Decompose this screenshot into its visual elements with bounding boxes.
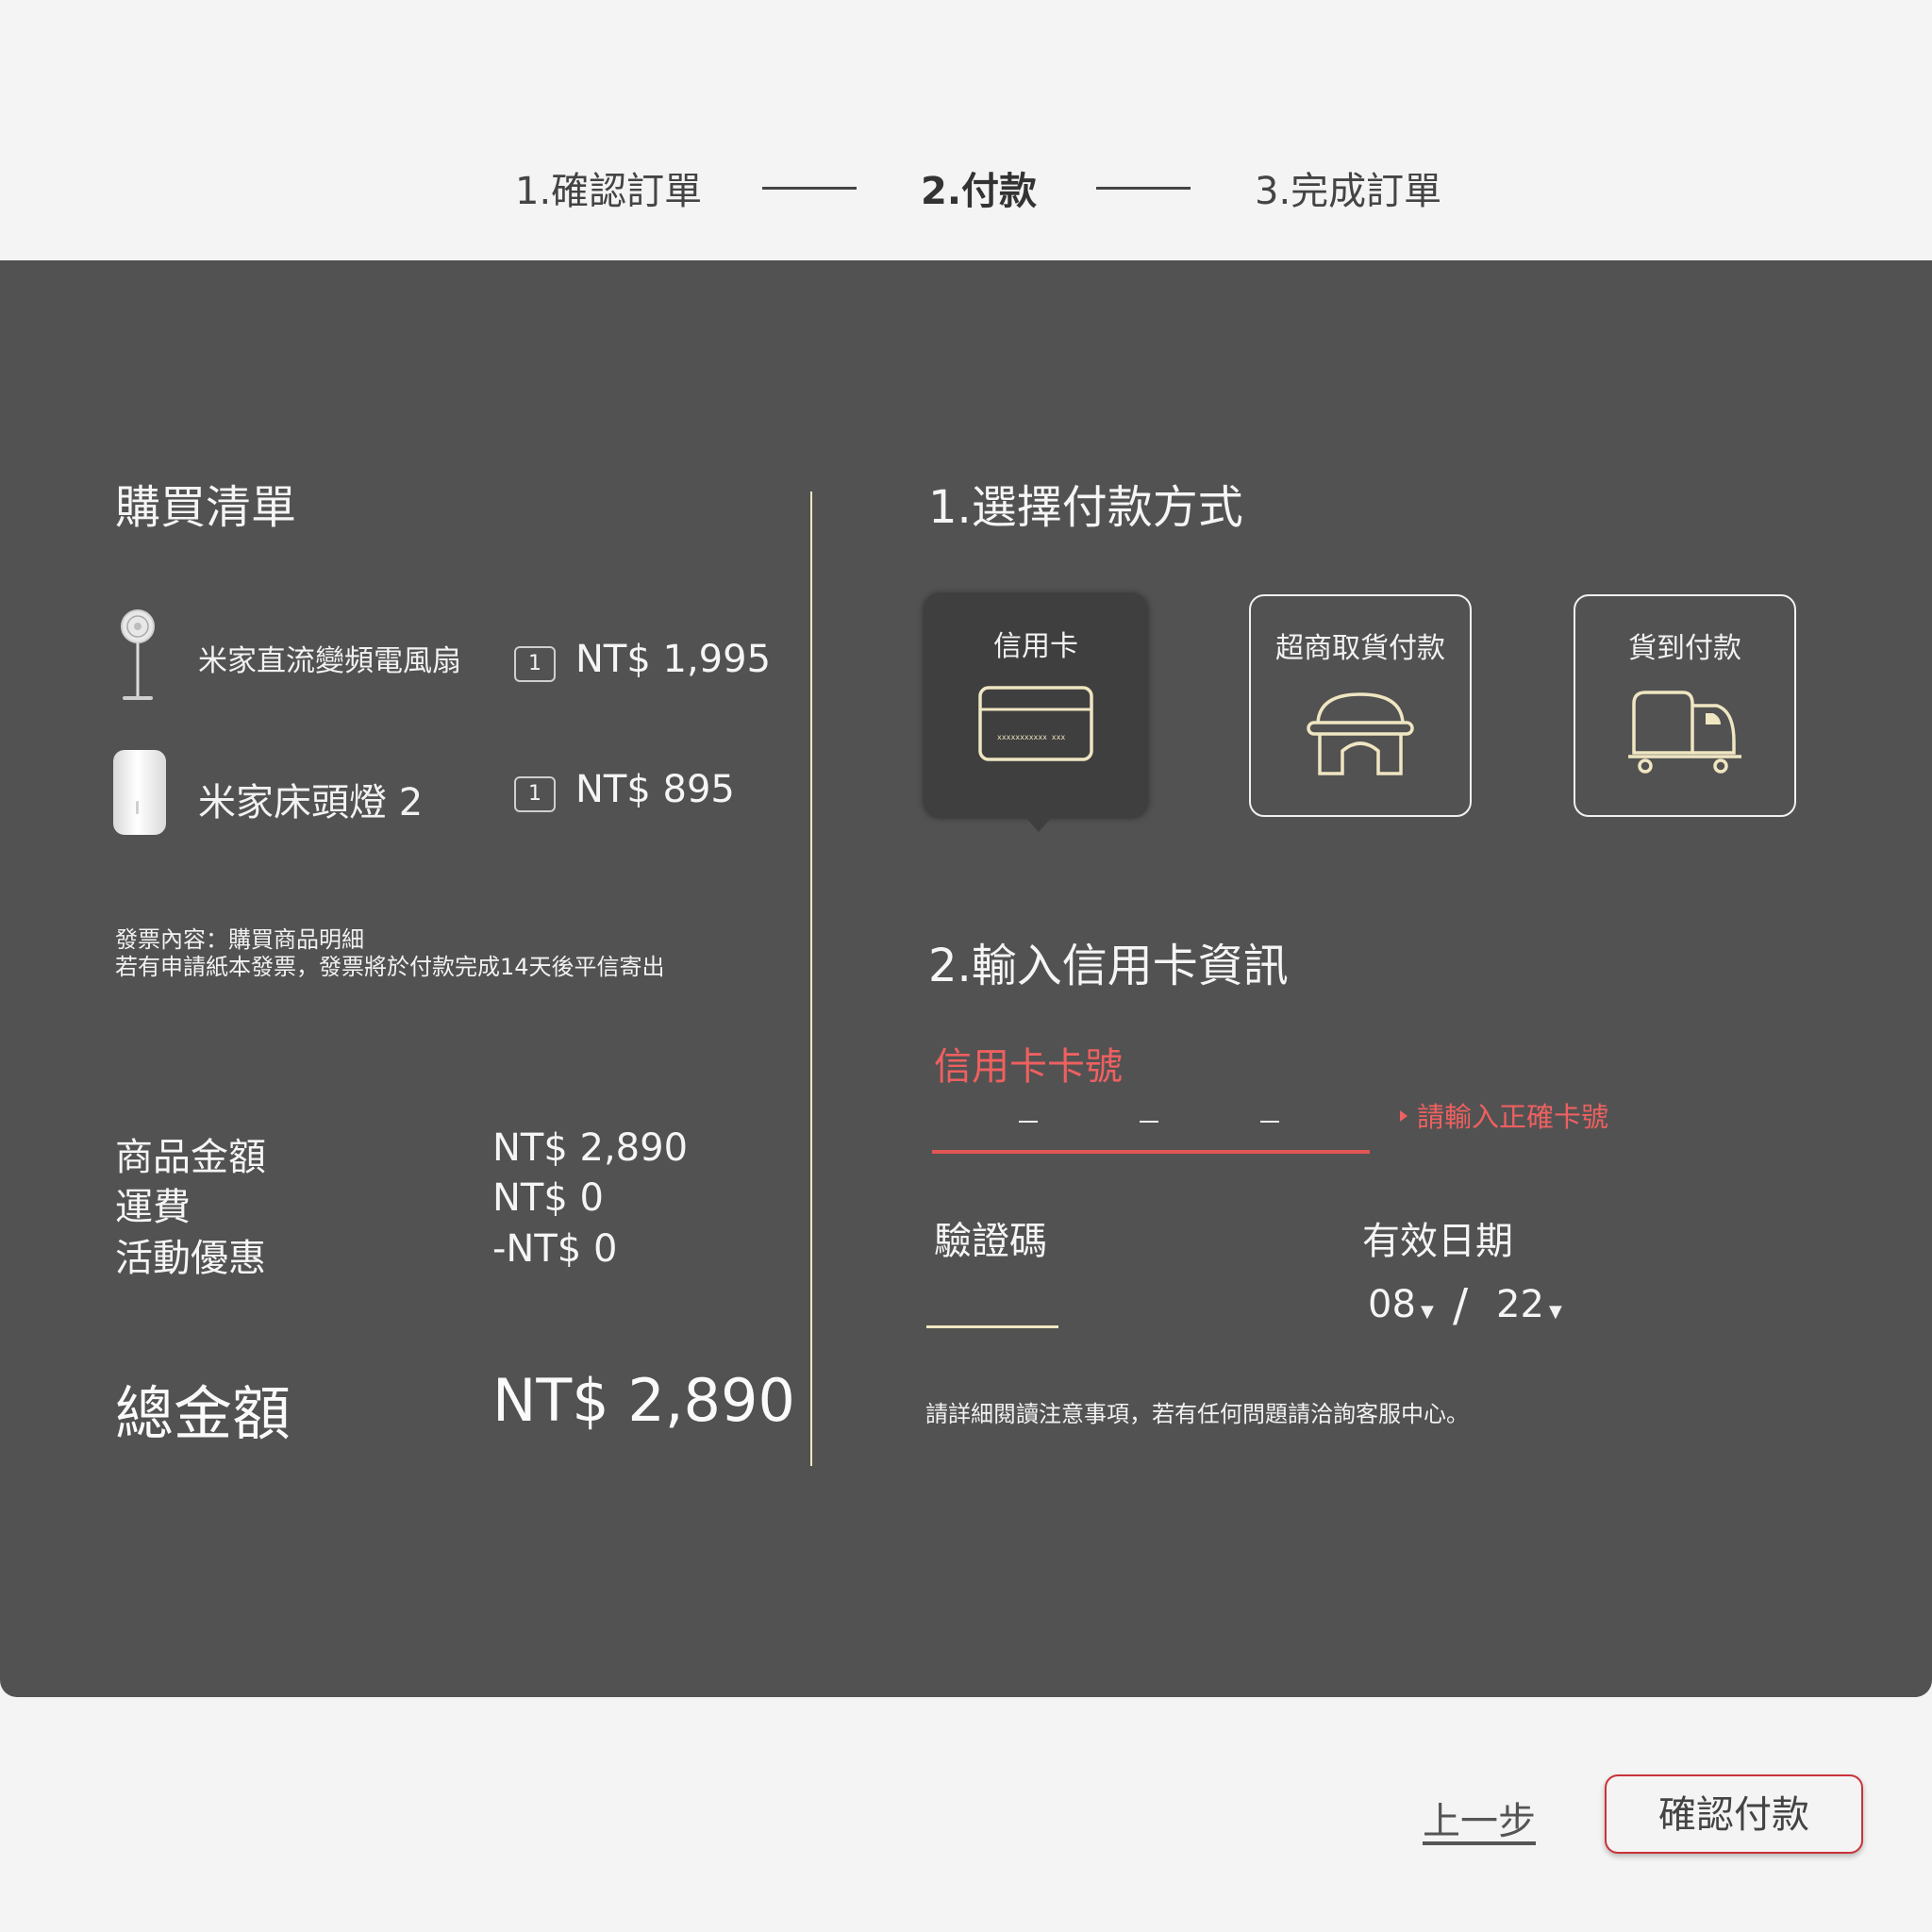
step-complete-order: 3.完成訂單 bbox=[1255, 170, 1442, 213]
payment-notice: 請詳細閱讀注意事項，若有任何問題請洽詢客服中心。 bbox=[925, 1401, 1469, 1427]
payment-method-title: 1.選擇付款方式 bbox=[928, 481, 1243, 534]
expiry-separator: / bbox=[1453, 1279, 1469, 1332]
error-caret-icon bbox=[1400, 1110, 1407, 1122]
checkout-steps: 1.確認訂單 2.付款 3.完成訂單 bbox=[0, 0, 1932, 260]
discount-label: 活動優惠 bbox=[115, 1237, 266, 1280]
payment-option-label: 信用卡 bbox=[993, 630, 1078, 663]
item-name: 米家直流變頻電風扇 bbox=[198, 644, 461, 678]
card-number-error: 請輸入正確卡號 bbox=[1400, 1095, 1608, 1135]
delivery-truck-icon bbox=[1626, 687, 1743, 777]
card-number-separator bbox=[1260, 1121, 1279, 1123]
lamp-icon bbox=[109, 748, 170, 841]
step-connector bbox=[762, 187, 857, 190]
quantity-badge: 1 bbox=[514, 776, 556, 812]
step-payment: 2.付款 bbox=[921, 170, 1038, 213]
card-number-separator bbox=[1140, 1121, 1158, 1123]
subtotal-label: 商品金額 bbox=[115, 1136, 266, 1179]
payment-option-label: 貨到付款 bbox=[1628, 632, 1741, 665]
card-number-input[interactable] bbox=[932, 1091, 1370, 1155]
subtotal-value: NT$ 2,890 bbox=[492, 1126, 689, 1170]
item-name: 米家床頭燈 2 bbox=[198, 781, 424, 824]
expiry-year-select[interactable]: 22 ▼ bbox=[1496, 1283, 1562, 1326]
section-divider bbox=[810, 491, 812, 1466]
cvv-underline bbox=[926, 1325, 1058, 1328]
expiry-month-select[interactable]: 08 ▼ bbox=[1368, 1283, 1434, 1326]
card-number-label: 信用卡卡號 bbox=[934, 1045, 1123, 1089]
item-price: NT$ 895 bbox=[575, 768, 735, 811]
quantity-badge: 1 bbox=[514, 646, 556, 682]
confirm-payment-button[interactable]: 確認付款 bbox=[1605, 1774, 1863, 1854]
step-connector bbox=[1096, 187, 1191, 190]
checkout-panel: 購買清單 米家直流變頻電風扇 1 NT$ 1,995 米家床頭燈 2 1 NT$… bbox=[0, 260, 1932, 1697]
payment-option-credit-card[interactable]: 信用卡 xxxxxxxxxxx xxx bbox=[924, 594, 1147, 817]
credit-card-icon: xxxxxxxxxxx xxx bbox=[978, 685, 1093, 766]
payment-option-store-pickup[interactable]: 超商取貨付款 bbox=[1249, 594, 1472, 817]
svg-text:xxxxxxxxxxx xxx: xxxxxxxxxxx xxx bbox=[997, 733, 1065, 741]
cvv-input[interactable] bbox=[926, 1270, 1058, 1328]
shipping-label: 運費 bbox=[115, 1186, 191, 1229]
back-link[interactable]: 上一步 bbox=[1423, 1790, 1536, 1845]
card-number-underline bbox=[932, 1150, 1370, 1154]
selected-indicator bbox=[1025, 817, 1052, 832]
invoice-mailing-text: 若有申請紙本發票，發票將於付款完成14天後平信寄出 bbox=[115, 954, 665, 980]
invoice-content-text: 發票內容：購買商品明細 bbox=[115, 926, 364, 953]
invoice-note: 發票內容：購買商品明細 若有申請紙本發票，發票將於付款完成14天後平信寄出 bbox=[115, 926, 665, 981]
step-confirm-order: 1.確認訂單 bbox=[515, 170, 703, 213]
fan-icon bbox=[111, 608, 164, 709]
total-value: NT$ 2,890 bbox=[492, 1366, 795, 1435]
chevron-down-icon: ▼ bbox=[1549, 1302, 1562, 1322]
shipping-value: NT$ 0 bbox=[492, 1176, 604, 1220]
order-list-title: 購買清單 bbox=[115, 481, 297, 534]
item-price: NT$ 1,995 bbox=[575, 638, 772, 681]
payment-option-cash-on-delivery[interactable]: 貨到付款 bbox=[1574, 594, 1796, 817]
card-info-title: 2.輸入信用卡資訊 bbox=[928, 940, 1289, 992]
store-icon bbox=[1305, 687, 1416, 781]
card-number-separator bbox=[1019, 1121, 1038, 1123]
discount-value: -NT$ 0 bbox=[492, 1227, 618, 1271]
total-label: 總金額 bbox=[115, 1379, 291, 1448]
payment-option-label: 超商取貨付款 bbox=[1275, 632, 1445, 665]
cvv-label: 驗證碼 bbox=[934, 1220, 1047, 1263]
chevron-down-icon: ▼ bbox=[1421, 1302, 1434, 1322]
expiry-label: 有效日期 bbox=[1362, 1220, 1513, 1263]
